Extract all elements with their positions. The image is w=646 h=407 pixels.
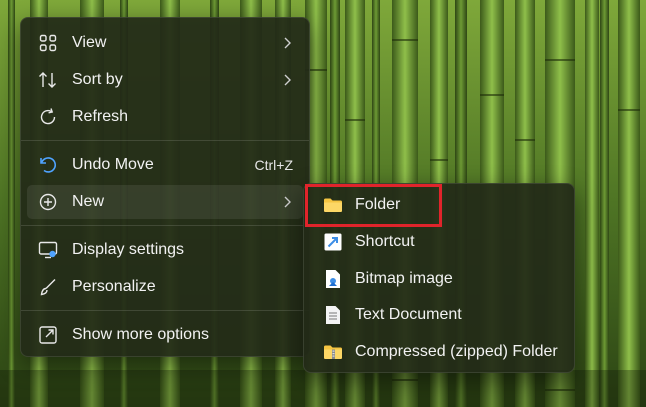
submenu-item-compressed-folder[interactable]: Compressed (zipped) Folder (310, 335, 568, 369)
desktop-context-menu: View Sort by Refresh Undo Move Ctrl+Z Ne… (20, 17, 310, 357)
menu-item-label: New (72, 193, 105, 210)
display-icon (37, 240, 59, 260)
submenu-item-label: Text Document (355, 306, 462, 323)
zip-folder-icon (322, 342, 344, 362)
brush-icon (37, 277, 59, 297)
menu-item-label: View (72, 34, 107, 51)
menu-separator (21, 225, 309, 226)
menu-separator (21, 140, 309, 141)
submenu-item-label: Bitmap image (355, 270, 453, 287)
submenu-item-bitmap-image[interactable]: Bitmap image (310, 262, 568, 296)
new-submenu: Folder Shortcut Bitmap image Text Docume… (303, 183, 575, 373)
submenu-item-folder[interactable]: Folder (310, 188, 568, 222)
share-icon (37, 325, 59, 345)
menu-item-view[interactable]: View (27, 26, 303, 60)
undo-icon (37, 155, 59, 175)
submenu-item-label: Folder (355, 196, 401, 213)
menu-item-sort-by[interactable]: Sort by (27, 63, 303, 97)
text-document-icon (322, 305, 344, 325)
menu-item-refresh[interactable]: Refresh (27, 100, 303, 134)
menu-item-new[interactable]: New (27, 185, 303, 219)
chevron-right-icon (281, 35, 293, 51)
refresh-icon (37, 107, 59, 127)
chevron-right-icon (281, 72, 293, 88)
menu-item-label: Sort by (72, 71, 123, 88)
sort-icon (37, 70, 59, 90)
bitmap-icon (322, 269, 344, 289)
menu-separator (21, 310, 309, 311)
plus-circle-icon (37, 192, 59, 212)
menu-item-undo-move[interactable]: Undo Move Ctrl+Z (27, 148, 303, 182)
menu-item-label: Display settings (72, 241, 185, 258)
menu-item-label: Refresh (72, 108, 129, 125)
menu-item-show-more-options[interactable]: Show more options (27, 318, 303, 352)
shortcut-icon (322, 232, 344, 252)
submenu-item-shortcut[interactable]: Shortcut (310, 225, 568, 259)
menu-item-label: Personalize (72, 278, 156, 295)
submenu-item-label: Compressed (zipped) Folder (355, 343, 558, 360)
menu-item-label: Show more options (72, 326, 209, 343)
chevron-right-icon (281, 194, 293, 210)
folder-icon (322, 195, 344, 215)
menu-item-label: Undo Move (72, 156, 154, 173)
menu-item-display-settings[interactable]: Display settings (27, 233, 303, 267)
grid-icon (37, 33, 59, 53)
menu-item-personalize[interactable]: Personalize (27, 270, 303, 304)
keyboard-shortcut: Ctrl+Z (254, 157, 294, 173)
submenu-item-label: Shortcut (355, 233, 415, 250)
submenu-item-text-document[interactable]: Text Document (310, 298, 568, 332)
